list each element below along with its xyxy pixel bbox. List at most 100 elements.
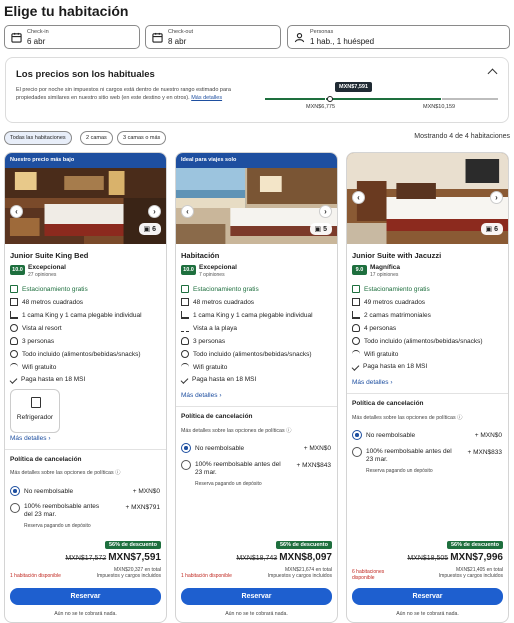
chevron-up-icon[interactable] <box>487 68 498 79</box>
price-panel-description: El precio por noche sin impuestos ni car… <box>16 87 231 101</box>
previous-photo-button[interactable]: ‹ <box>181 205 194 218</box>
refundable-price: + MXN$843 <box>296 462 331 469</box>
taxes-note: Impuestos y cargos incluidos <box>267 573 332 579</box>
divider <box>347 393 508 394</box>
discount-badge: 56% de descuento <box>447 541 503 549</box>
review-count: 7 opiniones <box>199 272 225 278</box>
feature-size: 49 metros cuadrados <box>352 298 425 306</box>
feature-installments: Paga hasta en 18 MSI <box>351 362 427 371</box>
taxes-note: Impuestos y cargos incluidos <box>96 573 161 579</box>
beach-icon <box>181 324 189 332</box>
refundable-label: 100% reembolsable antes del 23 mar. <box>24 503 100 518</box>
range-high-label: MXN$10,159 <box>423 104 456 110</box>
feature-wifi: Wifi gratuito <box>352 350 398 358</box>
more-details-link[interactable]: Más detalles › <box>352 379 392 386</box>
price-row: MXN$17,572 MXN$7,591 <box>65 552 161 563</box>
price-range-high-segment <box>442 98 498 100</box>
discount-badge: 56% de descuento <box>276 541 332 549</box>
reserve-button[interactable]: Reservar <box>181 588 332 605</box>
people-icon <box>352 324 360 332</box>
next-photo-button[interactable]: › <box>319 205 332 218</box>
checkout-label: Check-out <box>168 29 194 35</box>
room-name: Habitación <box>181 251 220 260</box>
availability: 1 habitación disponible <box>10 573 61 579</box>
reserve-button[interactable]: Reservar <box>352 588 503 605</box>
bed-icon <box>352 311 360 319</box>
nonrefundable-label: No reembolsable <box>24 488 74 495</box>
room-banner: Nuestro precio más bajo <box>5 153 166 168</box>
policy-options-link[interactable]: Más detalles sobre las opciones de polít… <box>181 426 291 434</box>
calendar-icon <box>11 32 22 43</box>
next-photo-button[interactable]: › <box>148 205 161 218</box>
nonrefundable-radio[interactable] <box>352 430 362 440</box>
filter-chip-all[interactable]: Todas las habitaciones <box>4 131 72 145</box>
next-photo-button[interactable]: › <box>490 191 503 204</box>
rating-badge: 10.0 <box>10 265 25 275</box>
feature-view: Vista a la playa <box>181 324 237 332</box>
photo-count: 6 <box>152 226 156 233</box>
info-icon: ⓘ <box>457 415 463 421</box>
previous-photo-button[interactable]: ‹ <box>352 191 365 204</box>
room-name: Junior Suite King Bed <box>10 251 89 260</box>
price-details-link[interactable]: Más detalles <box>191 95 222 101</box>
guests-value: 1 hab., 1 huésped <box>310 37 375 46</box>
review-count: 17 opiniones <box>370 272 399 278</box>
reserve-button[interactable]: Reservar <box>10 588 161 605</box>
photo-count-button[interactable]: ▣ 6 <box>480 223 503 235</box>
original-price: MXN$18,743 <box>236 555 278 562</box>
availability: 6 habitaciones disponible <box>352 569 385 581</box>
previous-photo-button[interactable]: ‹ <box>10 205 23 218</box>
view-icon <box>10 324 18 332</box>
photo-count-button[interactable]: ▣ 6 <box>138 223 161 235</box>
checkin-value: 6 abr <box>27 37 46 46</box>
cancellation-policy-title: Política de cancelación <box>181 413 253 420</box>
no-charge-note: Aún no se te cobrará nada. <box>396 611 459 617</box>
check-icon <box>9 375 18 384</box>
nonrefundable-label: No reembolsable <box>366 432 416 439</box>
refundable-price: + MXN$833 <box>467 449 502 456</box>
current-price: MXN$7,591 <box>108 552 161 563</box>
nonrefundable-radio[interactable] <box>10 486 20 496</box>
refundable-radio[interactable] <box>181 460 191 470</box>
feature-all-inclusive: Todo incluido (alimentos/bebidas/snacks) <box>181 350 312 358</box>
photo-count: 6 <box>494 226 498 233</box>
refundable-radio[interactable] <box>352 447 362 457</box>
original-price: MXN$18,505 <box>407 555 449 562</box>
people-icon <box>181 337 189 345</box>
photo-count-button[interactable]: ▣ 5 <box>309 223 332 235</box>
feature-all-inclusive: Todo incluido (alimentos/bebidas/snacks) <box>352 337 483 345</box>
feature-size: 48 metros cuadrados <box>181 298 254 306</box>
refundable-price: + MXN$791 <box>125 504 160 511</box>
feature-view: Vista al resort <box>10 324 62 332</box>
rating-word: Magnífica <box>370 264 400 271</box>
checkout-value: 8 abr <box>168 37 187 46</box>
amenity-tile-refrigerator: Refrigerador <box>10 389 60 433</box>
checkin-field[interactable]: Check-in 6 abr <box>4 25 140 49</box>
nonrefundable-radio[interactable] <box>181 443 191 453</box>
policy-options-link[interactable]: Más detalles sobre las opciones de polít… <box>10 468 120 476</box>
rating-word: Excepcional <box>28 264 66 271</box>
parking-icon <box>10 285 18 293</box>
guests-field[interactable]: Personas 1 hab., 1 huésped <box>287 25 510 49</box>
feature-size: 48 metros cuadrados <box>10 298 83 306</box>
wifi-icon <box>181 363 189 371</box>
refundable-radio[interactable] <box>10 503 20 513</box>
person-icon <box>294 33 305 43</box>
policy-options-link[interactable]: Más detalles sobre las opciones de polít… <box>352 413 462 421</box>
rating-badge: 10.0 <box>181 265 196 275</box>
original-price: MXN$17,572 <box>65 555 107 562</box>
parking-icon <box>352 285 360 293</box>
cancellation-policy-title: Política de cancelación <box>10 456 82 463</box>
filter-chip-3-beds[interactable]: 3 camas o más <box>117 131 167 145</box>
checkout-field[interactable]: Check-out 8 abr <box>145 25 281 49</box>
review-count: 27 opiniones <box>28 272 57 278</box>
discount-badge: 56% de descuento <box>105 541 161 549</box>
room-card: Ideal para viajes solo ‹ › ▣ 5 Habitació… <box>175 152 338 623</box>
cancellation-policy-title: Política de cancelación <box>352 400 424 407</box>
bed-icon <box>181 311 189 319</box>
gallery-icon: ▣ <box>314 226 324 233</box>
feature-occupancy: 3 personas <box>10 337 54 345</box>
more-details-link[interactable]: Más detalles › <box>10 435 50 442</box>
more-details-link[interactable]: Más detalles › <box>181 392 221 399</box>
filter-chip-2-beds[interactable]: 2 camas <box>80 131 113 145</box>
